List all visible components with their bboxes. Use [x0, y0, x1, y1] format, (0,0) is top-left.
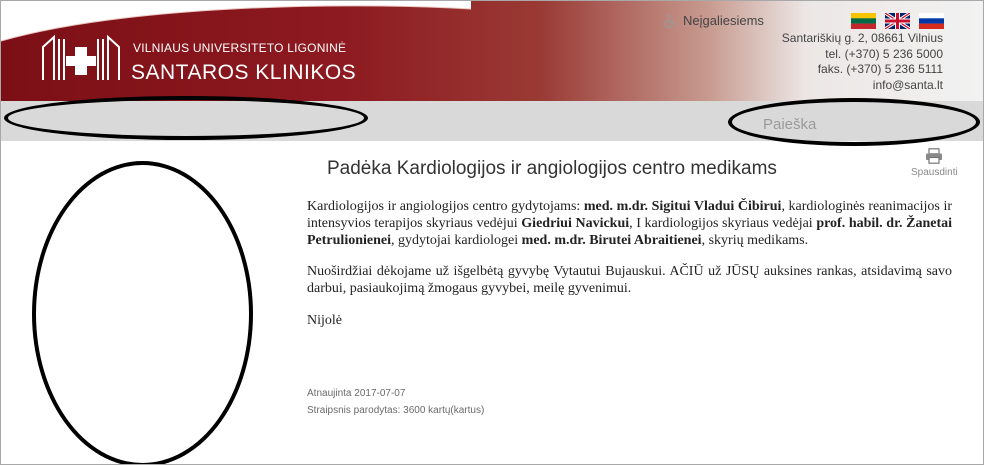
- contact-email[interactable]: info@santa.lt: [782, 78, 943, 94]
- updated-date: Atnaujinta 2017-07-07: [307, 388, 406, 399]
- logo-line-2: SANTAROS KLINIKOS: [131, 61, 357, 84]
- contact-fax: faks. (+370) 5 236 5111: [817, 62, 943, 76]
- flag-russia-icon[interactable]: [919, 13, 944, 29]
- text-run: , gydytojai kardiologei: [391, 232, 522, 248]
- article-paragraph-1: Kardiologijos ir angiologijos centro gyd…: [307, 199, 952, 249]
- browser-frame: VILNIAUS UNIVERSITETO LIGONINĖ SANTAROS …: [0, 0, 984, 465]
- logo-hospital-icon: [42, 35, 120, 80]
- article-paragraph-2: Nuoširdžiai dėkojame už išgelbėtą gyvybę…: [307, 264, 952, 297]
- redaction-ellipse-nav: [4, 96, 368, 140]
- contact-phone: tel. (+370) 5 236 5000: [825, 46, 943, 61]
- accessibility-label: Neįgaliesiems: [683, 13, 764, 28]
- contact-info: Santariškių g. 2, 08661 Vilnius tel. (+3…: [782, 31, 943, 93]
- article-signature: Nijolė: [307, 312, 342, 328]
- redaction-ellipse-search: [728, 98, 980, 146]
- doctor-name: Giedriui Navickui: [521, 215, 630, 231]
- doctor-name: med. m.dr. Sigitui Vladui Čibirui: [583, 199, 782, 214]
- flag-uk-icon[interactable]: [885, 13, 910, 29]
- doctor-name: med. m.dr. Birutei Abraitienei: [521, 232, 702, 248]
- redaction-ellipse-sidebar: [32, 161, 253, 464]
- accessibility-link[interactable]: Neįgaliesiems: [663, 13, 764, 28]
- view-count: Straipsnis parodytas: 3600 kartų(kartus): [307, 405, 485, 416]
- print-label: Spausdinti: [911, 167, 958, 178]
- text-run: , I kardiologijos skyriaus vedėjai: [629, 215, 817, 231]
- contact-address: Santariškių g. 2, 08661 Vilnius: [781, 31, 943, 45]
- article-title: Padėka Kardiologijos ir angiologijos cen…: [327, 158, 777, 179]
- text-run: Kardiologijos ir angiologijos centro gyd…: [307, 199, 584, 214]
- flag-lithuania-icon[interactable]: [851, 13, 876, 29]
- text-run: , skyrių medikams.: [701, 232, 809, 248]
- article-meta: Atnaujinta 2017-07-07 Straipsnis parodyt…: [307, 385, 484, 419]
- wheelchair-icon: [664, 14, 676, 28]
- printer-icon: [926, 148, 943, 164]
- print-button[interactable]: Spausdinti: [911, 148, 958, 178]
- logo-line-1: VILNIAUS UNIVERSITETO LIGONINĖ: [133, 41, 347, 55]
- article-body: Kardiologijos ir angiologijos centro gyd…: [307, 199, 952, 345]
- language-switcher: [851, 13, 944, 29]
